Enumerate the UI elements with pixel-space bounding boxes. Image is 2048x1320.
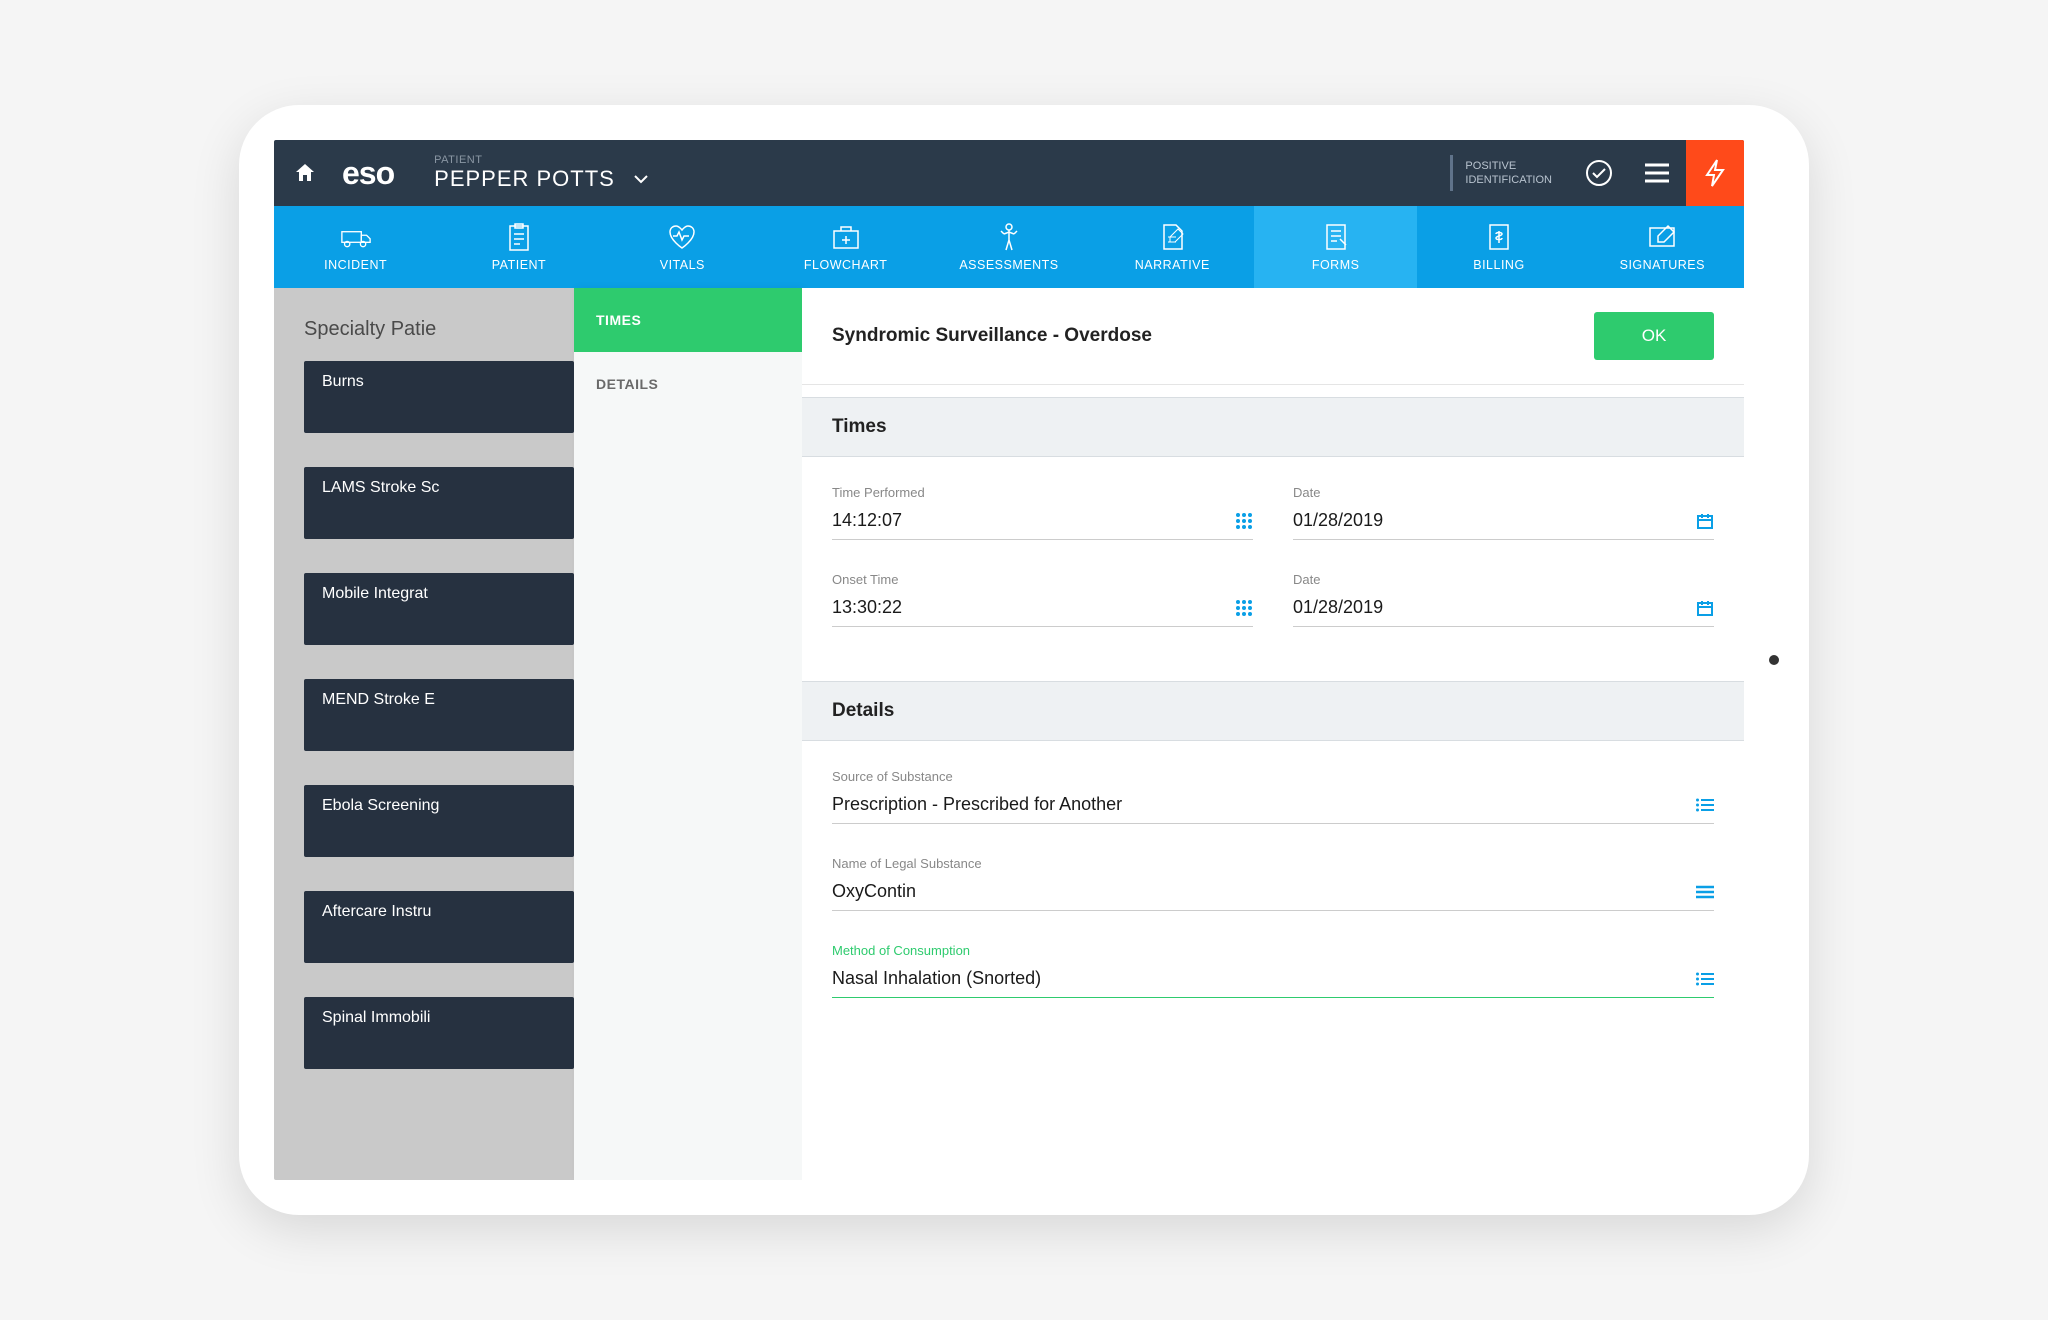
check-button[interactable] xyxy=(1570,140,1628,206)
field-label: Onset Time xyxy=(832,572,1253,587)
home-button[interactable] xyxy=(274,140,336,206)
patient-name: PEPPER POTTS xyxy=(434,166,615,192)
nav-narrative[interactable]: NARRATIVE xyxy=(1091,206,1254,288)
nav-label: BILLING xyxy=(1473,258,1524,272)
date-field[interactable]: Date 01/28/2019 xyxy=(1293,485,1714,540)
field-label: Time Performed xyxy=(832,485,1253,500)
field-value: 01/28/2019 xyxy=(1293,597,1383,618)
nav-label: ASSESSMENTS xyxy=(959,258,1058,272)
form-card[interactable]: Aftercare Instru xyxy=(304,891,574,963)
body-area: Specialty Patie Burns LAMS Stroke Sc Mob… xyxy=(274,288,1744,1180)
field-label: Date xyxy=(1293,485,1714,500)
field-value: 01/28/2019 xyxy=(1293,510,1383,531)
patient-label: PATIENT xyxy=(434,154,1450,166)
form-section-nav: TIMES DETAILS xyxy=(574,288,802,1180)
chevron-down-icon xyxy=(633,174,649,184)
app-logo: eso xyxy=(336,155,414,192)
body-icon xyxy=(998,222,1020,252)
field-value: 13:30:22 xyxy=(832,597,902,618)
specialty-card-list: Burns LAMS Stroke Sc Mobile Integrat MEN… xyxy=(274,361,574,1069)
time-performed-field[interactable]: Time Performed 14:12:07 xyxy=(832,485,1253,540)
field-label: Method of Consumption xyxy=(832,943,1714,958)
medkit-icon xyxy=(832,225,860,249)
field-label: Name of Legal Substance xyxy=(832,856,1714,871)
field-value: 14:12:07 xyxy=(832,510,902,531)
form-header: Syndromic Surveillance - Overdose OK xyxy=(802,288,1744,385)
left-panel: Specialty Patie Burns LAMS Stroke Sc Mob… xyxy=(274,288,574,1180)
check-circle-icon xyxy=(1585,159,1613,187)
document-edit-icon xyxy=(1160,223,1184,251)
nav-label: INCIDENT xyxy=(324,258,387,272)
form-card[interactable]: LAMS Stroke Sc xyxy=(304,467,574,539)
form-panel: Syndromic Surveillance - Overdose OK Tim… xyxy=(802,288,1744,1180)
nav-billing[interactable]: BILLING xyxy=(1417,206,1580,288)
invoice-icon xyxy=(1487,223,1511,251)
nav-label: VITALS xyxy=(660,258,705,272)
calendar-icon[interactable] xyxy=(1696,599,1714,617)
emergency-button[interactable] xyxy=(1686,140,1744,206)
source-substance-field[interactable]: Source of Substance Prescription - Presc… xyxy=(832,769,1714,824)
list-select-icon[interactable] xyxy=(1696,972,1714,986)
calendar-icon[interactable] xyxy=(1696,512,1714,530)
form-card[interactable]: MEND Stroke E xyxy=(304,679,574,751)
signature-icon xyxy=(1648,224,1676,250)
form-card[interactable]: Burns xyxy=(304,361,574,433)
home-icon xyxy=(293,161,317,185)
nav-label: PATIENT xyxy=(492,258,546,272)
legal-substance-field[interactable]: Name of Legal Substance OxyContin xyxy=(832,856,1714,911)
hamburger-icon xyxy=(1644,163,1670,183)
nav-flowchart[interactable]: FLOWCHART xyxy=(764,206,927,288)
multi-list-icon[interactable] xyxy=(1696,885,1714,899)
app-screen: eso PATIENT PEPPER POTTS POSITIVE IDENTI… xyxy=(274,140,1744,1180)
date-field[interactable]: Date 01/28/2019 xyxy=(1293,572,1714,627)
keypad-icon[interactable] xyxy=(1235,512,1253,530)
field-label: Date xyxy=(1293,572,1714,587)
nav-patient[interactable]: PATIENT xyxy=(437,206,600,288)
tablet-home-button[interactable] xyxy=(1769,655,1779,665)
nav-incident[interactable]: INCIDENT xyxy=(274,206,437,288)
section-header-details: Details xyxy=(802,681,1744,741)
field-value: OxyContin xyxy=(832,881,916,902)
form-card[interactable]: Ebola Screening xyxy=(304,785,574,857)
heartbeat-icon xyxy=(667,224,697,250)
form-title: Syndromic Surveillance - Overdose xyxy=(832,325,1152,347)
main-nav: INCIDENT PATIENT VITALS FLOWCHART ASSESS… xyxy=(274,206,1744,288)
keypad-icon[interactable] xyxy=(1235,599,1253,617)
patient-selector[interactable]: PATIENT PEPPER POTTS xyxy=(414,154,1450,192)
form-card[interactable]: Spinal Immobili xyxy=(304,997,574,1069)
positive-id-label: POSITIVE IDENTIFICATION xyxy=(1450,155,1570,192)
form-icon xyxy=(1324,223,1348,251)
lightning-icon xyxy=(1704,158,1726,188)
field-label: Source of Substance xyxy=(832,769,1714,784)
menu-button[interactable] xyxy=(1628,140,1686,206)
nav-label: SIGNATURES xyxy=(1620,258,1705,272)
nav-signatures[interactable]: SIGNATURES xyxy=(1581,206,1744,288)
section-header-times: Times xyxy=(802,397,1744,457)
nav-assessments[interactable]: ASSESSMENTS xyxy=(927,206,1090,288)
tab-details[interactable]: DETAILS xyxy=(574,352,802,416)
clipboard-icon xyxy=(507,223,531,251)
ambulance-icon xyxy=(341,225,371,249)
tablet-frame: eso PATIENT PEPPER POTTS POSITIVE IDENTI… xyxy=(239,105,1809,1215)
field-value: Nasal Inhalation (Snorted) xyxy=(832,968,1041,989)
tab-times[interactable]: TIMES xyxy=(574,288,802,352)
form-card[interactable]: Mobile Integrat xyxy=(304,573,574,645)
nav-label: FLOWCHART xyxy=(804,258,887,272)
ok-button[interactable]: OK xyxy=(1594,312,1714,360)
onset-time-field[interactable]: Onset Time 13:30:22 xyxy=(832,572,1253,627)
method-consumption-field[interactable]: Method of Consumption Nasal Inhalation (… xyxy=(832,943,1714,998)
nav-vitals[interactable]: VITALS xyxy=(601,206,764,288)
nav-label: FORMS xyxy=(1312,258,1360,272)
field-value: Prescription - Prescribed for Another xyxy=(832,794,1122,815)
nav-label: NARRATIVE xyxy=(1135,258,1210,272)
left-panel-title: Specialty Patie xyxy=(274,318,574,341)
header-bar: eso PATIENT PEPPER POTTS POSITIVE IDENTI… xyxy=(274,140,1744,206)
nav-forms[interactable]: FORMS xyxy=(1254,206,1417,288)
list-select-icon[interactable] xyxy=(1696,798,1714,812)
